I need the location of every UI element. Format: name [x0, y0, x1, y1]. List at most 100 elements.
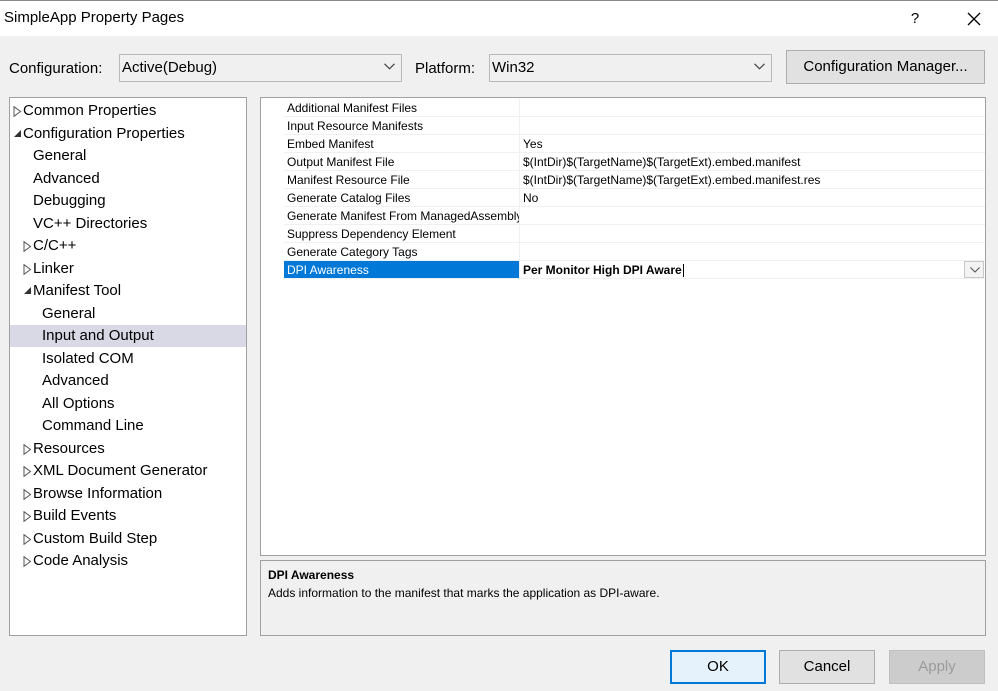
tree-item-label: Code Analysis [33, 552, 129, 569]
property-row[interactable]: Suppress Dependency Element [261, 225, 985, 243]
tree-item[interactable]: Configuration Properties [10, 123, 246, 145]
property-name: Manifest Resource File [284, 171, 519, 189]
property-name: Generate Catalog Files [284, 189, 519, 207]
tree-item[interactable]: Debugging [10, 190, 246, 212]
platform-dropdown[interactable]: Win32 [489, 54, 772, 82]
property-name: Generate Category Tags [284, 243, 519, 261]
tree-item[interactable]: General [10, 303, 246, 325]
tree-item-label: All Options [42, 394, 115, 412]
chevron-down-icon [970, 267, 980, 273]
tree-item[interactable]: Manifest Tool [10, 280, 246, 302]
description-panel: DPI Awareness Adds information to the ma… [260, 560, 986, 636]
tree-item[interactable]: Input and Output [10, 325, 246, 347]
property-value: No [519, 189, 985, 207]
property-tree[interactable]: Common Properties Configuration Propertie… [9, 97, 247, 636]
property-row[interactable]: Generate Category Tags [261, 243, 985, 261]
platform-value: Win32 [492, 59, 535, 76]
property-value: Yes [519, 135, 985, 153]
help-button[interactable]: ? [904, 7, 926, 31]
tree-item[interactable]: Advanced [10, 168, 246, 190]
tree-item-label: General [42, 304, 96, 322]
collapsed-triangle-icon[interactable] [23, 483, 33, 505]
tree-item-label: Command Line [42, 417, 144, 434]
tree-item-label: Custom Build Step [33, 529, 158, 547]
collapsed-triangle-icon[interactable] [23, 258, 33, 280]
property-row[interactable]: Additional Manifest Files [261, 99, 985, 117]
chevron-down-icon [754, 63, 765, 70]
tree-item[interactable]: XML Document Generator [10, 460, 246, 482]
property-value [519, 243, 985, 261]
dpi-awareness-dropdown-button[interactable] [964, 261, 984, 278]
property-name: Output Manifest File [284, 153, 519, 171]
tree-item[interactable]: Build Events [10, 505, 246, 527]
tree-item[interactable]: Command Line [10, 415, 246, 437]
chevron-down-icon [384, 63, 395, 70]
tree-item[interactable]: Browse Information [10, 483, 246, 505]
tree-item[interactable]: Advanced [10, 370, 246, 392]
property-value: $(IntDir)$(TargetName)$(TargetExt).embed… [519, 153, 985, 171]
tree-item[interactable]: C/C++ [10, 235, 246, 257]
tree-item-label: C/C++ [33, 237, 77, 254]
tree-item[interactable]: Common Properties [10, 100, 246, 122]
collapsed-triangle-icon[interactable] [23, 460, 33, 482]
cancel-button[interactable]: Cancel [779, 650, 875, 684]
property-row[interactable]: Input Resource Manifests [261, 117, 985, 135]
tree-item-label: Manifest Tool [33, 282, 122, 299]
property-row[interactable]: Generate Catalog Files No [261, 189, 985, 207]
property-value-text: Per Monitor High DPI Aware [523, 263, 682, 277]
property-value [519, 225, 985, 243]
expanded-triangle-icon[interactable] [13, 123, 23, 145]
tree-item-label: Configuration Properties [23, 124, 185, 142]
property-value-text: $(IntDir)$(TargetName)$(TargetExt).embed… [523, 155, 801, 169]
tree-item-label: Build Events [33, 507, 117, 524]
tree-item-label: Browse Information [33, 484, 163, 502]
property-value [519, 99, 985, 117]
collapsed-triangle-icon[interactable] [13, 100, 23, 122]
property-row[interactable]: Manifest Resource File $(IntDir)$(TargetN… [261, 171, 985, 189]
tree-item[interactable]: All Options [10, 393, 246, 415]
window-title: SimpleApp Property Pages [4, 9, 185, 26]
collapsed-triangle-icon[interactable] [23, 528, 33, 550]
ok-button[interactable]: OK [670, 650, 766, 684]
tree-item-label: Advanced [42, 372, 109, 389]
property-name: DPI Awareness [284, 261, 519, 279]
tree-item[interactable]: Code Analysis [10, 550, 246, 572]
collapsed-triangle-icon[interactable] [23, 235, 33, 257]
property-value[interactable]: Per Monitor High DPI Aware [519, 261, 985, 279]
configuration-dropdown[interactable]: Active(Debug) [119, 54, 402, 82]
tree-item[interactable]: Linker [10, 258, 246, 280]
tree-item[interactable]: Custom Build Step [10, 528, 246, 550]
collapsed-triangle-icon[interactable] [23, 505, 33, 527]
tree-item[interactable]: Resources [10, 438, 246, 460]
configuration-manager-button[interactable]: Configuration Manager... [786, 50, 985, 84]
title-bar: SimpleApp Property Pages ? [0, 0, 998, 36]
tree-item[interactable]: Isolated COM [10, 348, 246, 370]
close-button[interactable] [954, 4, 994, 34]
tree-item[interactable]: General [10, 145, 246, 167]
property-row[interactable]: Embed Manifest Yes [261, 135, 985, 153]
property-name: Suppress Dependency Element [284, 225, 519, 243]
tree-item-label: General [33, 147, 87, 164]
property-name: Embed Manifest [284, 135, 519, 153]
tree-item[interactable]: VC++ Directories [10, 213, 246, 235]
expanded-triangle-icon[interactable] [23, 280, 33, 302]
property-value [519, 117, 985, 135]
property-row[interactable]: Generate Manifest From ManagedAssembly [261, 207, 985, 225]
property-name: Generate Manifest From ManagedAssembly [284, 207, 519, 225]
property-value [519, 207, 985, 225]
tree-item-label: Debugging [33, 192, 106, 209]
apply-button[interactable]: Apply [889, 650, 985, 684]
tree-item-label: Linker [33, 259, 74, 277]
property-row[interactable]: Output Manifest File $(IntDir)$(TargetNam… [261, 153, 985, 171]
configuration-value: Active(Debug) [122, 59, 218, 76]
collapsed-triangle-icon[interactable] [23, 438, 33, 460]
collapsed-triangle-icon[interactable] [23, 550, 33, 572]
property-value-text: Yes [523, 137, 543, 151]
property-row[interactable]: DPI Awareness Per Monitor High DPI Aware [261, 261, 985, 279]
tree-item-label: Common Properties [23, 102, 157, 119]
tree-item-label: Advanced [33, 169, 100, 187]
tree-item-label: VC++ Directories [33, 214, 148, 232]
tree-item-label: Resources [33, 439, 105, 457]
property-value: $(IntDir)$(TargetName)$(TargetExt).embed… [519, 171, 985, 189]
text-caret [682, 264, 684, 278]
